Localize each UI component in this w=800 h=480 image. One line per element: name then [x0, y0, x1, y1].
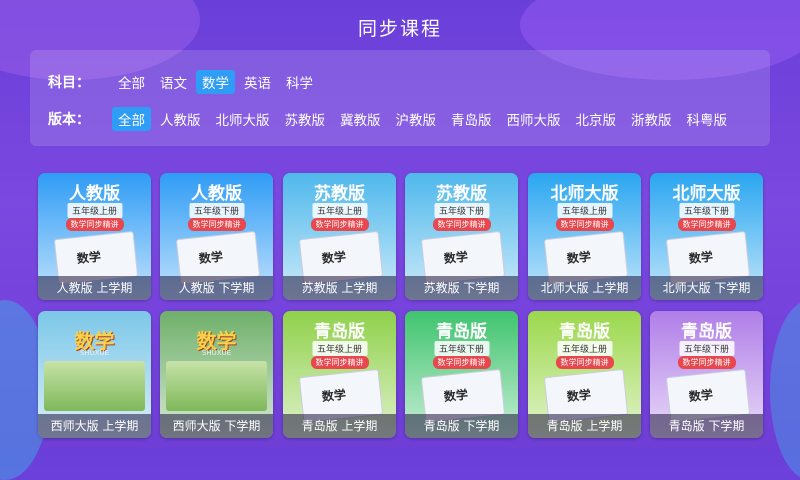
subject-option-2[interactable]: 数学 — [196, 70, 235, 94]
subject-filter-row: 科目： 全部 语文 数学 英语 科学 — [30, 69, 322, 95]
cover-grade: 五年级上册 — [556, 203, 613, 218]
cover-publisher: 人教版 — [191, 184, 242, 204]
cover-book-title: 数学 — [321, 387, 347, 404]
course-card[interactable]: 数学 SHUXUE 西师大版 下学期 — [160, 311, 273, 438]
cover-book-title: 数学 — [443, 387, 469, 404]
cover-book-title: 数学 — [566, 387, 592, 404]
edition-filter-row: 版本： 全部 人教版 北师大版 苏教版 冀教版 沪教版 青岛版 西师大版 北京版 浙教版 科粤版 — [30, 106, 736, 132]
course-caption: 苏教版 下学期 — [405, 276, 518, 300]
subject-option-3[interactable]: 英语 — [238, 70, 277, 94]
course-caption: 西师大版 上学期 — [38, 414, 151, 438]
course-card[interactable]: 人教版 五年级下册 数学同步精讲数学人教版 下学期 — [160, 173, 273, 300]
cover-publisher: 人教版 — [69, 184, 120, 204]
cover-book-title: 数学 — [198, 249, 224, 266]
course-caption: 北师大版 上学期 — [528, 276, 641, 300]
subject-label: 科目： — [48, 75, 90, 91]
course-card[interactable]: 青岛版 五年级上册 数学同步精讲数学青岛版 上学期 — [283, 311, 396, 438]
cover-tag: 数学同步精讲 — [555, 218, 614, 231]
course-caption: 青岛版 下学期 — [405, 414, 518, 438]
edition-option-6[interactable]: 青岛版 — [445, 107, 498, 131]
edition-label: 版本： — [48, 112, 90, 128]
course-card[interactable]: 人教版 五年级上册 数学同步精讲数学人教版 上学期 — [38, 173, 151, 300]
cover-tag: 数学同步精讲 — [432, 218, 491, 231]
course-card[interactable]: 青岛版 五年级下册 数学同步精讲数学青岛版 下学期 — [650, 311, 763, 438]
course-caption: 西师大版 下学期 — [160, 414, 273, 438]
cover-publisher: 苏教版 — [314, 184, 365, 204]
cover-tag: 数学同步精讲 — [677, 218, 736, 231]
cover-publisher: 青岛版 — [559, 322, 610, 342]
edition-option-2[interactable]: 北师大版 — [210, 107, 276, 131]
cover-publisher: 北师大版 — [672, 184, 741, 204]
cover-tag: 数学同步精讲 — [187, 218, 246, 231]
cover-publisher: 青岛版 — [314, 322, 365, 342]
cover-grade: 五年级下册 — [433, 203, 490, 218]
edition-option-5[interactable]: 沪教版 — [390, 107, 443, 131]
cover-illustration — [44, 361, 145, 411]
cover-book-title: 数学 — [443, 249, 469, 266]
course-caption: 人教版 下学期 — [160, 276, 273, 300]
cover-illustration — [166, 361, 267, 411]
cover-subtitle: SHUXUE — [79, 349, 110, 357]
course-card[interactable]: 数学 SHUXUE 西师大版 上学期 — [38, 311, 151, 438]
course-caption: 苏教版 上学期 — [283, 276, 396, 300]
cover-publisher: 青岛版 — [681, 322, 732, 342]
cover-grade: 五年级上册 — [311, 203, 368, 218]
cover-grade: 五年级下册 — [678, 341, 735, 356]
edition-option-0[interactable]: 全部 — [112, 107, 151, 131]
subject-option-0[interactable]: 全部 — [112, 70, 151, 94]
cover-publisher: 北师大版 — [550, 184, 619, 204]
edition-option-8[interactable]: 北京版 — [570, 107, 623, 131]
cover-tag: 数学同步精讲 — [432, 356, 491, 369]
cover-book-title: 数学 — [566, 249, 592, 266]
cover-grade: 五年级上册 — [311, 341, 368, 356]
edition-option-1[interactable]: 人教版 — [154, 107, 207, 131]
course-caption: 北师大版 下学期 — [650, 276, 763, 300]
edition-option-9[interactable]: 浙教版 — [625, 107, 678, 131]
subject-option-4[interactable]: 科学 — [280, 70, 319, 94]
course-caption: 青岛版 上学期 — [528, 414, 641, 438]
edition-option-3[interactable]: 苏教版 — [279, 107, 332, 131]
filter-panel: 科目： 全部 语文 数学 英语 科学 版本： 全部 人教版 北师大版 苏教版 冀教版 沪教版 青岛版… — [30, 50, 770, 146]
cover-book-title: 数学 — [76, 249, 102, 266]
cover-grade: 五年级下册 — [678, 203, 735, 218]
cover-tag: 数学同步精讲 — [65, 218, 124, 231]
edition-option-10[interactable]: 科粤版 — [681, 107, 734, 131]
cover-grade: 五年级下册 — [188, 203, 245, 218]
cover-grade: 五年级下册 — [433, 341, 490, 356]
cover-grade: 五年级上册 — [66, 203, 123, 218]
course-card[interactable]: 青岛版 五年级上册 数学同步精讲数学青岛版 上学期 — [528, 311, 641, 438]
edition-option-4[interactable]: 冀教版 — [334, 107, 387, 131]
cover-publisher: 青岛版 — [436, 322, 487, 342]
course-card[interactable]: 北师大版 五年级上册 数学同步精讲数学北师大版 上学期 — [528, 173, 641, 300]
course-card[interactable]: 苏教版 五年级上册 数学同步精讲数学苏教版 上学期 — [283, 173, 396, 300]
cover-publisher: 苏教版 — [436, 184, 487, 204]
course-card[interactable]: 北师大版 五年级下册 数学同步精讲数学北师大版 下学期 — [650, 173, 763, 300]
cover-tag: 数学同步精讲 — [310, 218, 369, 231]
decor-leaf — [770, 300, 800, 480]
cover-book-title: 数学 — [688, 387, 714, 404]
course-card[interactable]: 苏教版 五年级下册 数学同步精讲数学苏教版 下学期 — [405, 173, 518, 300]
cover-grade: 五年级上册 — [556, 341, 613, 356]
subject-option-1[interactable]: 语文 — [154, 70, 193, 94]
cover-tag: 数学同步精讲 — [555, 356, 614, 369]
page-title: 同步课程 — [357, 18, 442, 40]
cover-tag: 数学同步精讲 — [310, 356, 369, 369]
cover-tag: 数学同步精讲 — [677, 356, 736, 369]
course-caption: 青岛版 上学期 — [283, 414, 396, 438]
cover-book-title: 数学 — [688, 249, 714, 266]
cover-subtitle: SHUXUE — [201, 349, 232, 357]
course-caption: 青岛版 下学期 — [650, 414, 763, 438]
course-card[interactable]: 青岛版 五年级下册 数学同步精讲数学青岛版 下学期 — [405, 311, 518, 438]
edition-option-7[interactable]: 西师大版 — [501, 107, 567, 131]
course-caption: 人教版 上学期 — [38, 276, 151, 300]
cover-book-title: 数学 — [321, 249, 347, 266]
